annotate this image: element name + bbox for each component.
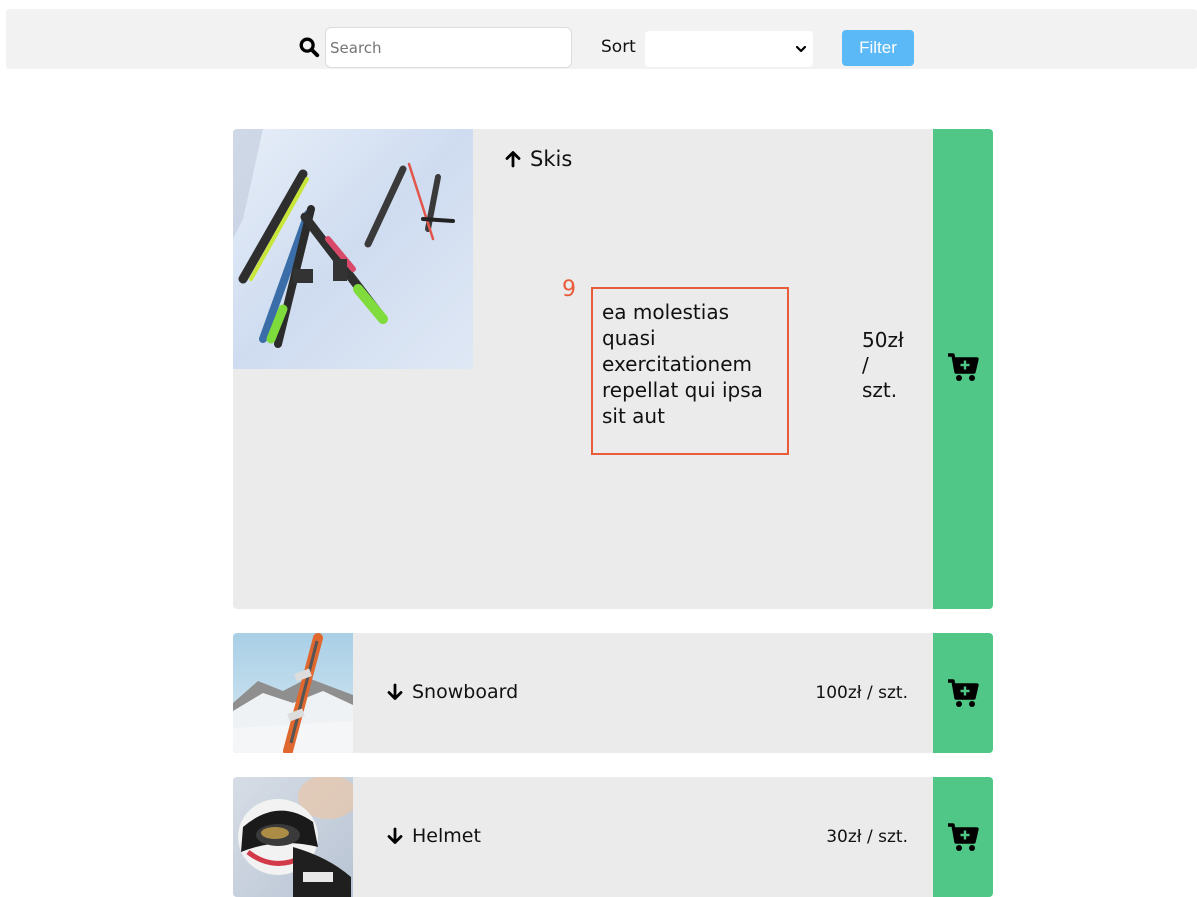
product-image-helmet <box>233 777 353 897</box>
sort-label: Sort <box>601 37 636 57</box>
product-image-skis <box>233 129 473 369</box>
product-card-snowboard[interactable]: Snowboard 100zł / szt. <box>233 633 993 753</box>
arrow-down-icon <box>387 683 403 700</box>
price-separator: / <box>862 353 869 377</box>
product-price: 50zł / szt. <box>862 328 922 403</box>
product-name-row[interactable]: Helmet <box>386 825 481 847</box>
price-unit: szt. <box>862 378 898 402</box>
product-price: 100zł / szt. <box>815 683 908 703</box>
product-name: Snowboard <box>412 681 519 703</box>
toolbar: Sort Filter <box>6 9 1197 69</box>
add-to-cart-button[interactable] <box>933 633 993 753</box>
product-card-helmet[interactable]: Helmet 30zł / szt. <box>233 777 993 897</box>
cart-plus-icon <box>948 823 979 851</box>
chevron-down-icon <box>795 45 807 53</box>
search-icon <box>299 37 320 58</box>
filter-button[interactable]: Filter <box>842 30 914 66</box>
product-description: ea molestias quasi exercitationem repell… <box>591 287 789 455</box>
product-name-row[interactable]: Skis <box>504 147 572 171</box>
add-to-cart-button[interactable] <box>933 129 993 609</box>
add-to-cart-button[interactable] <box>933 777 993 897</box>
sort-select[interactable] <box>645 31 813 67</box>
product-image-snowboard <box>233 633 353 753</box>
product-name-row[interactable]: Snowboard <box>386 681 518 703</box>
index-label: 9 <box>562 277 576 302</box>
cart-plus-icon <box>948 353 979 381</box>
arrow-down-icon <box>387 827 403 844</box>
product-name: Helmet <box>412 825 481 847</box>
price-amount: 50zł <box>862 328 904 352</box>
cart-plus-icon <box>948 679 979 707</box>
arrow-up-icon <box>505 151 521 168</box>
product-card-skis[interactable]: Skis 9 ea molestias quasi exercitationem… <box>233 129 993 609</box>
search-input[interactable] <box>325 27 572 68</box>
product-price: 30zł / szt. <box>826 827 908 847</box>
product-name: Skis <box>530 147 573 171</box>
